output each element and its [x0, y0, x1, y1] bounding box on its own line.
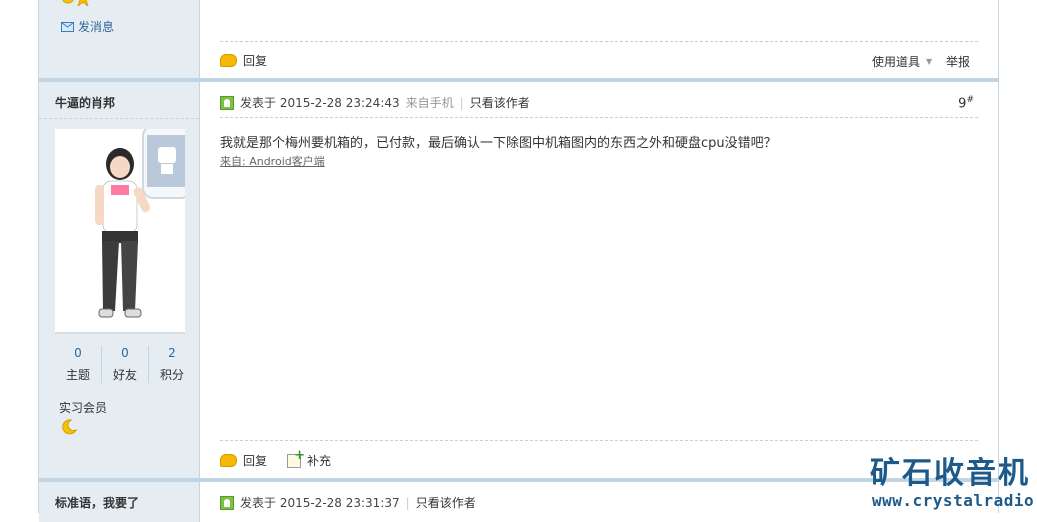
divider	[220, 117, 978, 118]
reply-icon	[220, 454, 237, 467]
stat-value: 0	[121, 346, 129, 360]
mail-icon	[61, 21, 74, 32]
post-meta: 发表于 2015-2-28 23:24:43 来自手机 | 只看该作者	[220, 94, 530, 111]
divider	[220, 41, 978, 42]
reply-button[interactable]: 回复	[220, 52, 267, 69]
divider	[39, 118, 199, 119]
reply-label: 回复	[243, 454, 268, 468]
online-status-icon	[220, 95, 234, 110]
author-name[interactable]: 标准语，我要了	[55, 494, 139, 511]
reply-icon	[220, 54, 237, 67]
divider: |	[459, 95, 464, 110]
stat-value: 0	[74, 346, 82, 360]
send-message-label: 发消息	[78, 20, 115, 34]
stat-label: 积分	[159, 368, 184, 382]
author-name[interactable]: 牛逼的肖邦	[55, 94, 115, 111]
post-timestamp: 发表于 2015-2-28 23:24:43	[240, 96, 400, 110]
use-tool-label: 使用道具	[872, 55, 921, 69]
supplement-label: 补充	[307, 454, 332, 468]
avatar[interactable]	[55, 125, 192, 334]
next-post-sidebar: 标准语，我要了	[39, 482, 200, 522]
watermark-url: www.crystalradio.cn	[872, 491, 1037, 510]
watermark-title: 矿石收音机	[870, 456, 1030, 491]
floor-suffix: #	[966, 95, 974, 105]
stat-label: 主题	[65, 368, 90, 382]
client-link[interactable]: 来自: Android客户端	[220, 153, 325, 169]
post-main: 发表于 2015-2-28 23:24:43 来自手机 | 只看该作者 9# 我…	[200, 82, 998, 478]
avatar-image	[95, 125, 192, 318]
thread-frame: 发消息 回复 使用道具 ▼ 举报 牛逼的肖邦 0 主题 0 好友 2 积分 实习…	[38, 0, 999, 522]
rank-icons	[61, 0, 93, 9]
use-tool-dropdown[interactable]: 使用道具 ▼	[872, 53, 932, 70]
chevron-down-icon: ▼	[926, 57, 933, 66]
author-stats: 0 主题 0 好友 2 积分	[55, 346, 195, 383]
floor-number[interactable]: 9#	[958, 95, 974, 111]
divider: |	[405, 495, 410, 510]
send-message-link[interactable]: 发消息	[61, 18, 114, 35]
reply-button[interactable]: 回复	[220, 452, 267, 469]
post-sidebar: 牛逼的肖邦 0 主题 0 好友 2 积分 实习会员	[39, 82, 200, 478]
post-meta: 发表于 2015-2-28 23:31:37 | 只看该作者	[220, 494, 476, 511]
user-rank: 实习会员	[59, 401, 108, 415]
post-content: 我就是那个梅州要机箱的，已付款，最后确认一下除图中机箱图内的东西之外和硬盘cpu…	[220, 136, 777, 151]
prev-post-sidebar: 发消息	[39, 0, 200, 78]
stat-threads[interactable]: 0 主题	[55, 346, 101, 383]
only-author-link[interactable]: 只看该作者	[416, 494, 476, 511]
stat-value: 2	[168, 346, 176, 360]
stat-friends[interactable]: 0 好友	[101, 346, 148, 383]
online-status-icon	[220, 495, 234, 510]
report-link[interactable]: 举报	[946, 53, 970, 70]
rank-star-icon	[62, 0, 90, 8]
supplement-button[interactable]: 补充	[287, 448, 332, 469]
post-timestamp: 发表于 2015-2-28 23:31:37	[240, 496, 400, 510]
add-note-icon	[287, 448, 305, 468]
report-label: 举报	[946, 55, 971, 69]
divider	[220, 440, 978, 441]
moon-icon	[62, 419, 77, 435]
stat-points[interactable]: 2 积分	[148, 346, 195, 383]
prev-post-main: 回复 使用道具 ▼ 举报	[200, 0, 998, 78]
post-source: 来自手机	[405, 96, 454, 110]
reply-label: 回复	[243, 54, 268, 68]
only-author-link[interactable]: 只看该作者	[470, 94, 530, 111]
stat-label: 好友	[112, 368, 137, 382]
